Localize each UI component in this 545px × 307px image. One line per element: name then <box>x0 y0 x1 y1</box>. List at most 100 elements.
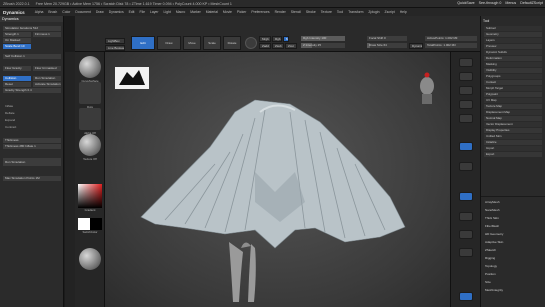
visibility-section[interactable]: Visibility <box>484 68 542 73</box>
color-picker[interactable]: Gradient <box>78 184 102 212</box>
rgb-button[interactable]: Rgb <box>272 36 282 42</box>
max-simulation-points-slider[interactable]: Max Simulation Points 1M <box>3 176 61 181</box>
layers-section[interactable]: Layers <box>484 38 542 43</box>
self-collision-button[interactable]: Self Collision 1 <box>3 54 61 59</box>
lightbox-button[interactable]: LightBox <box>105 38 125 44</box>
actual-button[interactable] <box>459 114 473 123</box>
thick-skin-item[interactable]: Thick Skin <box>485 216 499 220</box>
on-masked-button[interactable]: On Masked <box>3 38 31 43</box>
firmness-slider[interactable]: Firmness 1 <box>33 32 61 37</box>
draw-size-slider[interactable]: Draw Size 64 <box>367 43 407 48</box>
arraymesh-item[interactable]: ArrayMesh <box>485 200 500 204</box>
contract-label[interactable]: Contract <box>5 125 16 129</box>
floor-button[interactable] <box>459 142 473 151</box>
texture-selector[interactable]: Texture Off <box>78 134 102 161</box>
deformation-section[interactable]: Deformation <box>484 56 542 61</box>
alpha-selector[interactable]: Alpha Off <box>78 108 102 135</box>
menu-light[interactable]: Light <box>163 10 170 14</box>
menu-stroke[interactable]: Stroke <box>306 10 316 14</box>
see-through-slider[interactable]: See-through 0 <box>479 1 502 5</box>
flow-gravity-button[interactable]: Flow Gravity <box>3 66 31 71</box>
subtool-section[interactable]: Subtool <box>484 26 542 31</box>
zoom3d-button[interactable] <box>459 230 473 239</box>
contact-section[interactable]: Contact <box>484 80 542 85</box>
vector-displacement-section[interactable]: Vector Displacement <box>484 122 542 127</box>
menu-help[interactable]: Help <box>400 10 407 14</box>
navigation-head-icon[interactable] <box>420 72 434 105</box>
menu-stencil[interactable]: Stencil <box>291 10 301 14</box>
z-intensity-slider[interactable]: Z Intensity 25 <box>301 43 345 48</box>
menu-color[interactable]: Color <box>62 10 70 14</box>
gravity-strength-slider[interactable]: Gravity Strength 0.4 <box>3 88 61 93</box>
adaptive-skin-item[interactable]: Adaptive Skin <box>485 240 503 244</box>
material-sphere-icon[interactable] <box>245 37 257 49</box>
zoom-button[interactable] <box>459 100 473 109</box>
reset-button[interactable]: Reset <box>3 82 31 87</box>
quicksave-button[interactable]: QuickSave <box>457 1 474 5</box>
move-view-button[interactable] <box>459 212 473 221</box>
strength-slider[interactable]: Strength 1 <box>3 32 31 37</box>
menu-texture[interactable]: Texture <box>321 10 332 14</box>
edit-button[interactable]: Edit <box>131 36 155 50</box>
rgb-intensity-slider[interactable]: Rgb Intensity 100 <box>301 36 345 41</box>
rotate-view-button[interactable] <box>459 248 473 257</box>
menu-file[interactable]: File <box>140 10 145 14</box>
menu-zscript[interactable]: Zscript <box>385 10 395 14</box>
material-preview[interactable] <box>78 248 102 271</box>
color-picker-square-icon[interactable] <box>78 184 102 208</box>
deflate-label[interactable]: Deflate <box>5 111 15 115</box>
polypaint-section[interactable]: Polypaint <box>484 92 542 97</box>
move-button[interactable]: Move <box>183 36 201 50</box>
thickness-button[interactable]: Thickness <box>3 138 61 143</box>
zsketch-item[interactable]: ZSketch <box>485 248 496 252</box>
menu-picker[interactable]: Picker <box>237 10 246 14</box>
inflate-label[interactable]: Inflate <box>5 104 13 108</box>
menu-tool[interactable]: Tool <box>337 10 343 14</box>
menu-marker[interactable]: Marker <box>190 10 201 14</box>
initialize-section[interactable]: Initialize <box>484 140 542 145</box>
default-zscript-button[interactable]: DefaultZScript <box>520 1 543 5</box>
rigging-item[interactable]: Rigging <box>485 256 495 260</box>
scale-bend-slider[interactable]: Scale Bend 10 <box>3 44 31 49</box>
preview-section[interactable]: Preview <box>484 44 542 49</box>
menu-preferences[interactable]: Preferences <box>251 10 269 14</box>
simulation-iterations-slider[interactable]: Simulation Iterations 512 <box>3 26 61 31</box>
live-boolean-button[interactable]: Live Boolean <box>105 45 125 51</box>
menu-macro[interactable]: Macro <box>176 10 185 14</box>
expand-label[interactable]: Expand <box>5 118 15 122</box>
menu-layer[interactable]: Layer <box>150 10 158 14</box>
mrgb-button[interactable]: Mrgb <box>259 36 271 42</box>
size-item[interactable]: Size <box>485 280 491 284</box>
menu-draw[interactable]: Draw <box>96 10 104 14</box>
menu-movie[interactable]: Movie <box>223 10 232 14</box>
menu-alpha[interactable]: Alpha <box>35 10 44 14</box>
fibermesh-item[interactable]: FiberMesh <box>485 224 499 228</box>
activate-simulation-button[interactable]: Activate Simulation <box>33 82 61 87</box>
menu-dynamics[interactable]: Dynamics <box>109 10 124 14</box>
masking-section[interactable]: Masking <box>484 62 542 67</box>
menu-brush[interactable]: Brush <box>48 10 57 14</box>
thickness-inflate-slider[interactable]: Thickness 280 Inflate 1 <box>3 144 61 149</box>
scale-button[interactable]: Scale <box>203 36 221 50</box>
displacement-map-section[interactable]: Displacement Map <box>484 110 542 115</box>
menu-material[interactable]: Material <box>206 10 218 14</box>
bpr-button[interactable] <box>459 58 473 67</box>
uv-map-section[interactable]: UV Map <box>484 98 542 103</box>
draw-button[interactable]: Draw <box>157 36 181 50</box>
meshintegrity-item[interactable]: MeshIntegrity <box>485 288 503 292</box>
solo-button[interactable] <box>459 292 473 301</box>
menus-button[interactable]: Menus <box>505 1 516 5</box>
menu-document[interactable]: Document <box>75 10 90 14</box>
run-simulation-top-button[interactable]: Run Simulation <box>33 76 61 81</box>
geometry-section[interactable]: Geometry <box>484 32 542 37</box>
menu-zplugin[interactable]: Zplugin <box>368 10 379 14</box>
zadd-button[interactable]: Zadd <box>259 43 271 49</box>
normal-map-section[interactable]: Normal Map <box>484 116 542 121</box>
nanomesh-item[interactable]: NanoMesh <box>485 208 500 212</box>
zsub-button[interactable]: Zsub <box>272 43 284 49</box>
spix-button[interactable] <box>459 72 473 81</box>
run-simulation-button[interactable]: Run Simulation <box>3 158 61 166</box>
collision-button[interactable]: Collision <box>3 76 31 81</box>
local-button[interactable] <box>459 162 473 171</box>
hd-geometry-item[interactable]: HD Geometry <box>485 232 503 236</box>
